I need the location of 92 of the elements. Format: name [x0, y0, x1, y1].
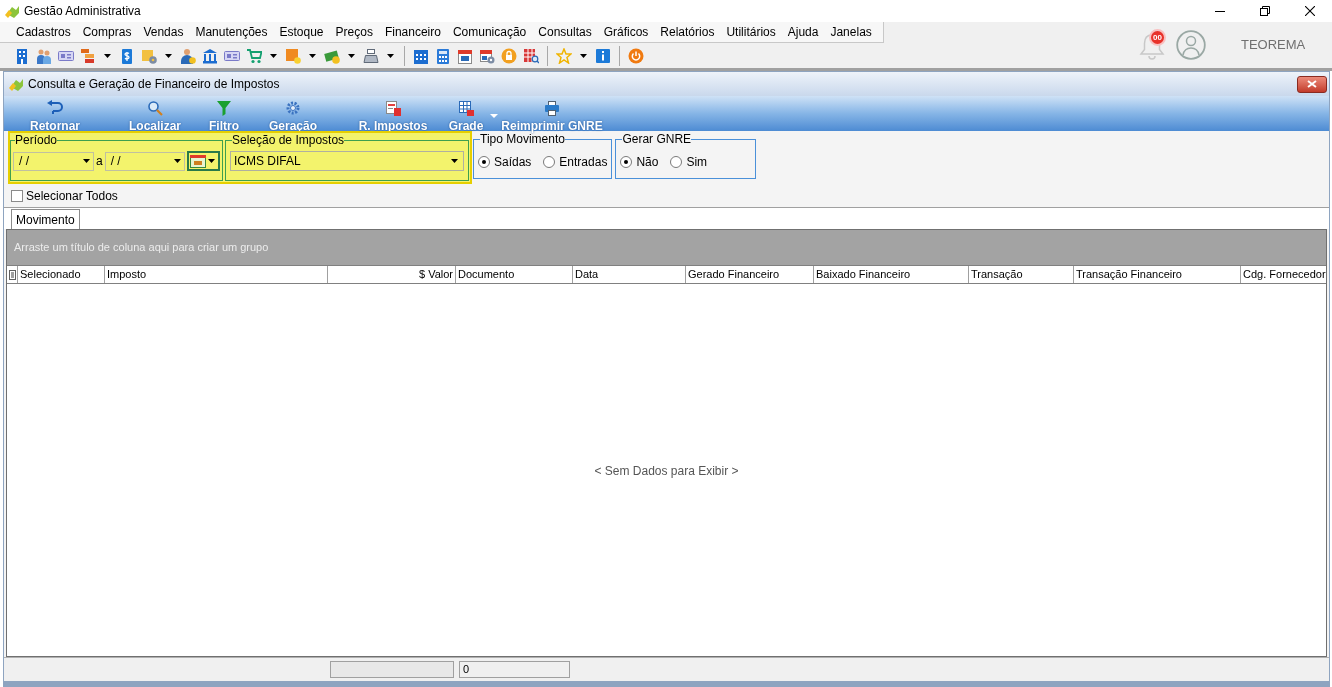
- column-header[interactable]: $ Valor: [327, 266, 455, 283]
- column-header[interactable]: Baixado Financeiro: [813, 266, 968, 283]
- dollar-document-icon[interactable]: [119, 47, 135, 64]
- calendar-icon: [189, 154, 206, 168]
- menu-item[interactable]: Utilitários: [726, 24, 776, 40]
- radio-button[interactable]: [670, 156, 683, 168]
- people-icon[interactable]: [36, 47, 52, 64]
- menu-item[interactable]: Consultas: [538, 24, 592, 40]
- caret-icon[interactable]: [165, 53, 172, 58]
- column-header[interactable]: Gerado Financeiro: [685, 266, 813, 283]
- box-gear-icon[interactable]: [141, 47, 157, 64]
- caret-icon: [83, 159, 90, 163]
- calendar-gear-icon[interactable]: [479, 47, 495, 64]
- column-header[interactable]: Imposto: [104, 266, 327, 283]
- notification-badge: 00: [1149, 29, 1166, 46]
- star-icon[interactable]: [556, 47, 572, 64]
- user-name: TEOREMA: [1241, 37, 1306, 53]
- printer-icon: [544, 100, 560, 116]
- radio-label[interactable]: Saídas: [494, 155, 532, 169]
- caret-icon[interactable]: [348, 53, 355, 58]
- caret-icon: [207, 159, 215, 163]
- menu-item[interactable]: Financeiro: [384, 24, 441, 40]
- group-label: Gerar GNRE: [622, 132, 692, 146]
- close-button[interactable]: [1297, 75, 1327, 93]
- info-icon[interactable]: [595, 47, 611, 64]
- caret-icon[interactable]: [387, 53, 394, 58]
- calendar-button[interactable]: [186, 151, 220, 171]
- empty-message: < Sem Dados para Exibir >: [594, 464, 739, 478]
- radio-label[interactable]: Não: [636, 155, 659, 169]
- column-header[interactable]: Selecionado: [17, 266, 104, 283]
- menu-item[interactable]: Estoque: [279, 24, 324, 40]
- menu-item[interactable]: Gráficos: [603, 24, 649, 40]
- group-label: Seleção de Impostos: [232, 133, 345, 147]
- power-icon[interactable]: [628, 47, 644, 64]
- column-header[interactable]: Documento: [455, 266, 572, 283]
- group-label: Tipo Movimento: [480, 132, 565, 146]
- restore-icon[interactable]: [1259, 6, 1270, 16]
- caret-icon[interactable]: [580, 53, 587, 58]
- record-count-field: 0: [459, 661, 570, 678]
- column-header[interactable]: Data: [572, 266, 685, 283]
- column-header[interactable]: Cdg. Fornecedor: [1240, 266, 1326, 283]
- checkbox[interactable]: [11, 189, 23, 202]
- grid-icon: [458, 100, 474, 116]
- cart-icon[interactable]: [246, 47, 262, 64]
- window-title: Gestão Administrativa: [24, 4, 141, 18]
- caret-icon[interactable]: [104, 53, 111, 58]
- form-title: Consulta e Geração de Financeiro de Impostos: [28, 77, 280, 91]
- gear-icon: [285, 100, 301, 116]
- close-icon[interactable]: [1304, 6, 1315, 16]
- radio-button[interactable]: [478, 156, 490, 168]
- return-arrow-icon: [47, 100, 63, 116]
- range-label: a: [96, 154, 103, 168]
- calendar-grid-icon[interactable]: [413, 47, 429, 64]
- list-icon[interactable]: [8, 269, 16, 280]
- menu-item[interactable]: Janelas: [830, 24, 872, 40]
- person-coin-icon[interactable]: [180, 47, 196, 64]
- group-hint: Arraste um título de coluna aqui para criar um grupo: [14, 241, 269, 254]
- column-header[interactable]: Transação Financeiro: [1073, 266, 1240, 283]
- menu-item[interactable]: Preços: [335, 24, 373, 40]
- column-header[interactable]: Transação: [968, 266, 1073, 283]
- bank-icon[interactable]: [202, 47, 218, 64]
- date-field[interactable]: / /: [13, 151, 94, 171]
- menu-item[interactable]: Cadastros: [16, 24, 71, 40]
- search-icon: [147, 100, 163, 116]
- hierarchy-icon[interactable]: [80, 47, 96, 64]
- tax-select[interactable]: ICMS DIFAL: [230, 151, 464, 171]
- report-icon: [385, 100, 401, 116]
- radio-label[interactable]: Sim: [686, 155, 708, 169]
- register-icon[interactable]: [363, 47, 379, 64]
- menu-item[interactable]: Vendas: [143, 24, 184, 40]
- radio-button[interactable]: [543, 156, 556, 168]
- menu-item[interactable]: Ajuda: [787, 24, 819, 40]
- calendar-icon[interactable]: [457, 47, 473, 64]
- caret-icon[interactable]: [270, 53, 277, 58]
- building-icon[interactable]: [14, 47, 30, 64]
- date-field[interactable]: / /: [104, 151, 185, 171]
- calculator-icon[interactable]: [435, 47, 451, 64]
- menu-item[interactable]: Relatórios: [660, 24, 715, 40]
- menu-item[interactable]: Comunicação: [452, 24, 527, 40]
- menu-item[interactable]: Manutenções: [195, 24, 268, 40]
- radio-button[interactable]: [620, 156, 633, 168]
- funnel-icon: [216, 100, 232, 116]
- close-icon: [1307, 80, 1317, 88]
- checkbox-label[interactable]: Selecionar Todos: [26, 188, 118, 203]
- grid-search-icon[interactable]: [523, 47, 539, 64]
- tab[interactable]: Movimento: [11, 209, 80, 229]
- caret-icon: [451, 159, 458, 163]
- caret-icon: [173, 159, 181, 163]
- caret-icon[interactable]: [309, 53, 316, 58]
- menu-item[interactable]: Compras: [82, 24, 132, 40]
- radio-label[interactable]: Entradas: [559, 155, 608, 169]
- group-label: Período: [15, 133, 58, 147]
